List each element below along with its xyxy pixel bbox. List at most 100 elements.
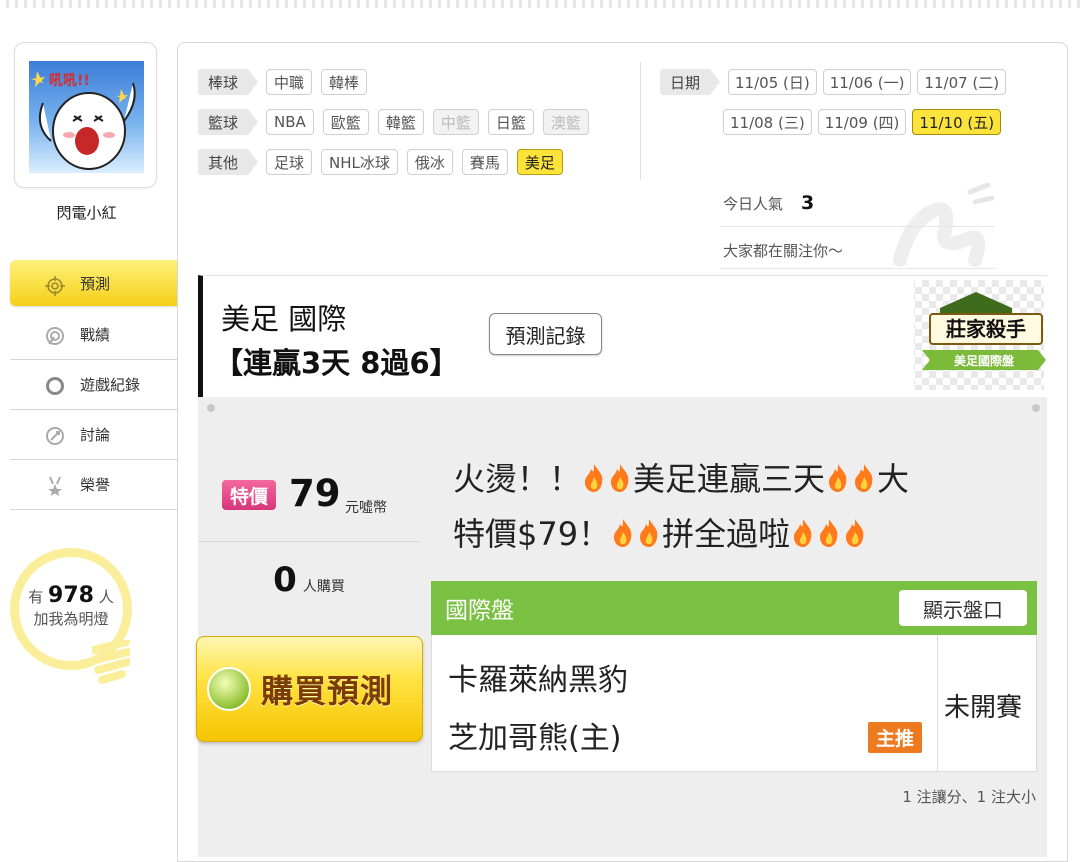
sidebar-item-game-log[interactable]: 遊戲紀錄: [10, 360, 177, 410]
category-label: 其他: [198, 149, 259, 175]
promo-segment: 拼全過啦: [662, 515, 791, 553]
league-chip[interactable]: 賽馬: [461, 149, 508, 175]
price-value: 79: [289, 472, 341, 515]
date-label: 日期: [660, 69, 721, 95]
home-team: 芝加哥熊(主): [448, 721, 622, 756]
divider: [198, 541, 420, 542]
popularity-value: 3: [801, 192, 815, 214]
recommend-tag: 主推: [868, 722, 922, 753]
league-chip[interactable]: 足球: [266, 149, 313, 175]
promo-segment: 大: [877, 460, 910, 498]
date-row: 11/08 (三) 11/09 (四) 11/10 (五): [660, 102, 1060, 142]
promo-segment: 特價$79！: [453, 515, 611, 553]
buyers-number: 0: [273, 560, 297, 600]
date-chip[interactable]: 11/09 (四): [817, 109, 907, 135]
sidebar-item-label: 遊戲紀錄: [80, 376, 141, 394]
category-label: 棒球: [198, 69, 259, 95]
league-chip[interactable]: 中職: [266, 69, 313, 95]
bulb-base-icon: [92, 640, 130, 684]
promo-segment: 火燙！！: [453, 460, 582, 498]
league-chip: 中籃: [432, 109, 479, 135]
date-chip[interactable]: 11/07 (二): [917, 69, 1007, 95]
sidebar-item-predict[interactable]: 預測: [10, 260, 187, 306]
sale-tag: 特價: [222, 480, 276, 510]
divider: [720, 226, 995, 227]
category-row-basketball: 籃球 NBA 歐籃 韓籃 中籃 日籃 澳籃: [198, 102, 638, 142]
sidebar-item-label: 預測: [80, 274, 111, 293]
league-chip[interactable]: 韓籃: [377, 109, 424, 135]
league-chip-selected[interactable]: 美足: [516, 149, 563, 175]
medal-icon: [48, 476, 62, 496]
buyers-count: 0 人購買: [198, 560, 420, 600]
match-status: 未開賽: [944, 693, 1023, 723]
sidebar-nav: 預測 戰績 遊戲紀錄 討論 榮譽: [10, 260, 187, 510]
league-chip[interactable]: 歐籃: [322, 109, 369, 135]
fans-count: 978: [48, 583, 94, 608]
fire-icon: [829, 464, 847, 492]
sidebar-item-honor[interactable]: 榮譽: [10, 460, 177, 510]
divider: [720, 268, 995, 269]
league-chip: 澳籃: [542, 109, 589, 135]
divider: [937, 635, 938, 771]
pin-icon: [1032, 404, 1040, 412]
category-row-other: 其他 足球 NHL冰球 俄冰 賽馬 美足: [198, 142, 638, 182]
coin-icon: [207, 667, 251, 711]
buy-button-label: 購買預測: [261, 672, 394, 710]
price-unit: 元噓幣: [345, 500, 387, 516]
pin-icon: [207, 404, 215, 412]
buy-prediction-button[interactable]: 購買預測: [196, 636, 423, 742]
league-chip[interactable]: 韓棒: [321, 69, 368, 95]
date-chip[interactable]: 11/08 (三): [723, 109, 812, 135]
sidebar-item-label: 討論: [80, 426, 111, 444]
svg-text:吼吼!!: 吼吼!!: [49, 73, 90, 89]
date-chip[interactable]: 11/06 (一): [822, 69, 912, 95]
fire-icon: [846, 519, 864, 547]
badge-title: 莊家殺手: [946, 317, 1026, 341]
fire-icon: [794, 519, 812, 547]
date-chip[interactable]: 11/05 (日): [728, 69, 817, 95]
show-odds-button[interactable]: 顯示盤口: [899, 590, 1027, 626]
sidebar-item-record[interactable]: 戰績: [10, 310, 177, 360]
fire-icon: [855, 464, 873, 492]
fans-caption: 加我為明燈: [33, 610, 109, 628]
badge-subtitle: 美足國際盤: [954, 353, 1015, 368]
league-chip[interactable]: 日籃: [487, 109, 534, 135]
fire-icon: [585, 464, 603, 492]
avatar: 吼吼!!: [29, 61, 144, 173]
market-title: 國際盤: [445, 598, 514, 624]
date-filter: 日期 11/05 (日) 11/06 (一) 11/07 (二) 11/08 (…: [660, 62, 1060, 142]
date-chip-selected[interactable]: 11/10 (五): [912, 109, 1002, 135]
popularity: 今日人氣 3: [723, 192, 814, 214]
popularity-note: 大家都在關注你～: [723, 242, 844, 260]
ring-icon: [46, 377, 64, 395]
away-team: 卡羅萊納黑豹: [448, 663, 628, 698]
popularity-label: 今日人氣: [723, 195, 784, 213]
category-filter: 棒球 中職 韓棒 籃球 NBA 歐籃 韓籃 中籃 日籃 澳籃 其他 足球 NHL…: [198, 62, 638, 182]
fire-icon: [611, 464, 629, 492]
league-chip[interactable]: NHL冰球: [321, 149, 398, 175]
username: 閃電小紅: [56, 204, 117, 222]
league-chip[interactable]: NBA: [266, 109, 314, 135]
sidebar-item-discussion[interactable]: 討論: [10, 410, 177, 460]
promo-segment: 美足連贏三天: [633, 460, 826, 498]
bets-summary: 1 注讓分、1 注大小: [902, 788, 1036, 806]
prediction-record-button[interactable]: 預測記錄: [489, 313, 602, 355]
chart-icon: [46, 327, 64, 345]
category-label: 籃球: [198, 109, 259, 135]
chat-icon: [46, 427, 64, 445]
sidebar-item-label: 戰績: [80, 326, 111, 344]
fans-prefix: 有: [28, 588, 44, 606]
target-icon: [45, 276, 65, 296]
banker-killer-badge: 莊家殺手 美足國際盤: [908, 280, 1048, 390]
match-row: 卡羅萊納黑豹 芝加哥熊(主) 主推 未開賽: [431, 635, 1037, 772]
league-chip[interactable]: 俄冰: [406, 149, 453, 175]
page-title: 美足 國際: [221, 302, 347, 336]
match-table-header: 國際盤 顯示盤口: [431, 581, 1037, 635]
buyers-label: 人購買: [302, 579, 345, 595]
fire-icon: [640, 519, 658, 547]
avatar-card[interactable]: 吼吼!!: [14, 42, 157, 188]
trophy-badge-icon: 莊家殺手 美足國際盤: [914, 280, 1046, 390]
date-row: 日期 11/05 (日) 11/06 (一) 11/07 (二): [660, 62, 1060, 102]
divider: [640, 62, 641, 180]
sidebar-item-label: 榮譽: [80, 476, 111, 494]
